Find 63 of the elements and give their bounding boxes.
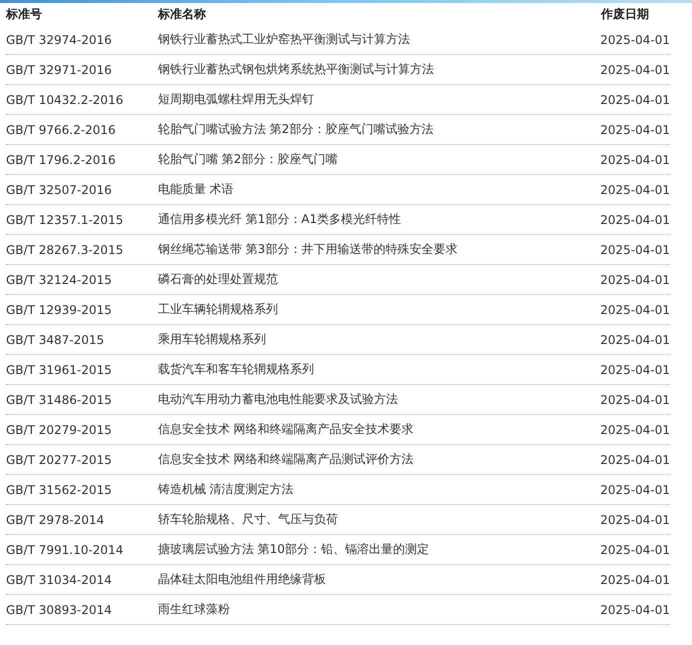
table-cell: 2025-04-01 bbox=[600, 152, 670, 166]
table-cell-text: 轮胎气门嘴试验方法 第2部分：胶座气门嘴试验方法 bbox=[158, 121, 434, 138]
table-cell: 2025-04-01 bbox=[600, 422, 670, 436]
table-cell-text: 钢丝绳芯输送带 第3部分：井下用输送带的特殊安全要求 bbox=[158, 241, 458, 258]
table-cell-text: 晶体硅太阳电池组件用绝缘背板 bbox=[158, 571, 327, 588]
table-cell-text: 信息安全技术 网络和终端隔离产品安全技术要求 bbox=[158, 421, 415, 438]
table-cell-text: 雨生红球藻粉 bbox=[158, 601, 231, 618]
table-cell: 2025-04-01 bbox=[600, 242, 670, 256]
table-cell-text: GB/T 31486-2015 bbox=[6, 392, 113, 406]
table-cell-text: 电动汽车用动力蓄电池电性能要求及试验方法 bbox=[158, 391, 399, 408]
table-cell-text: GB/T 7991.10-2014 bbox=[6, 542, 124, 556]
table-cell: 2025-04-01 bbox=[600, 272, 670, 286]
table-cell-text: GB/T 2978-2014 bbox=[6, 512, 106, 526]
table-cell-text: GB/T 31562-2015 bbox=[6, 482, 113, 496]
table-cell-text: GB/T 10432.2-2016 bbox=[6, 92, 124, 106]
table-cell-text: 电能质量 术语 bbox=[158, 181, 235, 198]
table-cell-text: 钢铁行业蓄热式工业炉窑热平衡测试与计算方法 bbox=[158, 31, 411, 48]
column-header: 作废日期 bbox=[601, 6, 649, 22]
table-cell-text: 工业车辆轮辋规格系列 bbox=[158, 301, 279, 318]
table-cell-text: 铸造机械 清洁度测定方法 bbox=[158, 481, 295, 498]
table-cell-text: GB/T 3487-2015 bbox=[6, 332, 106, 346]
table-cell-text: GB/T 32507-2016 bbox=[6, 182, 113, 196]
table-cell: 2025-04-01 bbox=[600, 392, 670, 406]
table-cell-text: GB/T 12939-2015 bbox=[6, 302, 113, 316]
table-cell: 2025-04-01 bbox=[600, 62, 670, 76]
table-cell-text: 短周期电弧螺柱焊用无头焊钉 bbox=[158, 91, 315, 108]
table-cell-text: GB/T 31961-2015 bbox=[6, 362, 113, 376]
table-cell-text: 通信用多模光纤 第1部分：A1类多模光纤特性 bbox=[158, 211, 402, 228]
table-cell: 2025-04-01 bbox=[600, 122, 670, 136]
table-cell-text: 钢铁行业蓄热式钢包烘烤系统热平衡测试与计算方法 bbox=[158, 61, 435, 78]
table-cell-text: GB/T 30893-2014 bbox=[6, 602, 113, 616]
table-cell-text: 轮胎气门嘴 第2部分：胶座气门嘴 bbox=[158, 151, 338, 168]
table-cell: 2025-04-01 bbox=[600, 482, 670, 496]
table-cell-text: GB/T 32971-2016 bbox=[6, 62, 113, 76]
column-header: 标准号 bbox=[6, 6, 43, 22]
table-cell: 2025-04-01 bbox=[600, 182, 670, 196]
table-cell: 2025-04-01 bbox=[600, 572, 670, 586]
column-header: 标准名称 bbox=[158, 6, 207, 22]
table-cell-text: 搪玻璃层试验方法 第10部分：铅、镉溶出量的测定 bbox=[158, 541, 430, 558]
table-cell-text: GB/T 31034-2014 bbox=[6, 572, 113, 586]
table-cell-text: GB/T 32974-2016 bbox=[6, 32, 113, 46]
table-cell-text: 乘用车轮辋规格系列 bbox=[158, 331, 267, 348]
table-cell: 2025-04-01 bbox=[600, 452, 670, 466]
table-cell: 2025-04-01 bbox=[600, 302, 670, 316]
table-cell: 2025-04-01 bbox=[600, 32, 670, 46]
table-cell: 2025-04-01 bbox=[600, 92, 670, 106]
table-cell-text: GB/T 12357.1-2015 bbox=[6, 212, 124, 226]
table-cell-text: 磷石膏的处理处置规范 bbox=[158, 271, 279, 288]
table-cell-text: GB/T 32124-2015 bbox=[6, 272, 113, 286]
table-cell: 2025-04-01 bbox=[600, 212, 670, 226]
table-cell: 2025-04-01 bbox=[600, 512, 670, 526]
table-cell-text: GB/T 20277-2015 bbox=[6, 452, 113, 466]
table-cell-text: 信息安全技术 网络和终端隔离产品测试评价方法 bbox=[158, 451, 415, 468]
table-cell-text: GB/T 20279-2015 bbox=[6, 422, 113, 436]
table-cell: 2025-04-01 bbox=[600, 602, 670, 616]
table-cell-text: 轿车轮胎规格、尺寸、气压与负荷 bbox=[158, 511, 339, 528]
table-cell-text: GB/T 28267.3-2015 bbox=[6, 242, 124, 256]
table-cell-text: GB/T 1796.2-2016 bbox=[6, 152, 117, 166]
table-cell: 2025-04-01 bbox=[600, 332, 670, 346]
table-cell: 2025-04-01 bbox=[600, 362, 670, 376]
table-cell-text: 载货汽车和客车轮辋规格系列 bbox=[158, 361, 315, 378]
table-cell-text: GB/T 9766.2-2016 bbox=[6, 122, 117, 136]
table-cell: 2025-04-01 bbox=[600, 542, 670, 556]
